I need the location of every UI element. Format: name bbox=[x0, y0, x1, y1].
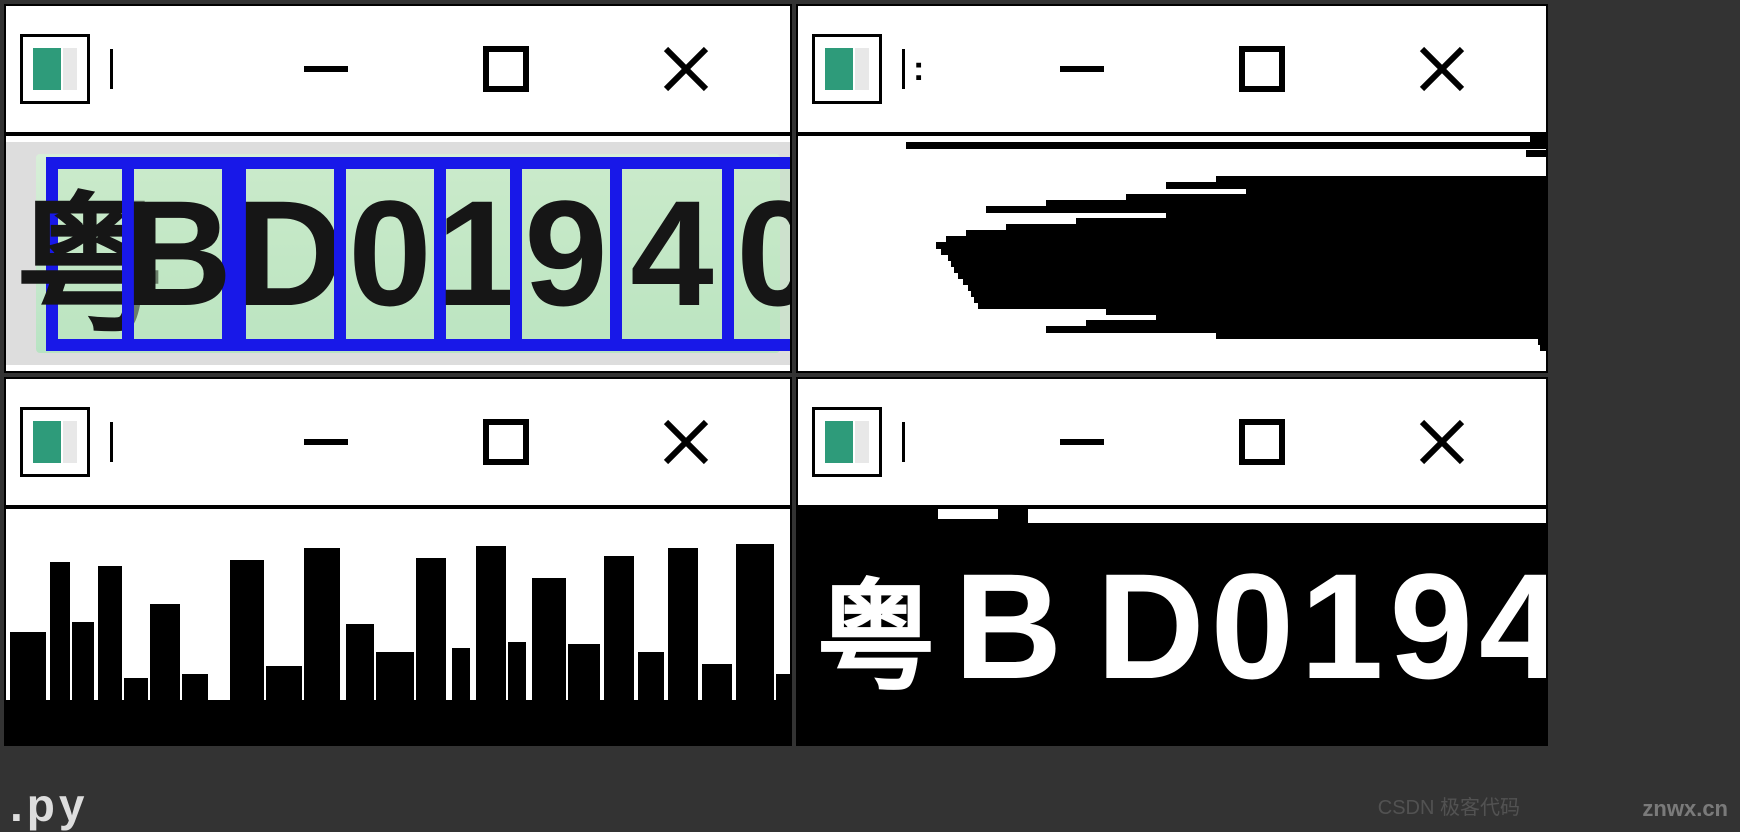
minimize-icon bbox=[1056, 43, 1108, 95]
title-divider bbox=[902, 422, 905, 462]
window-title: : bbox=[913, 50, 924, 89]
bin-char-0: 粤 bbox=[816, 540, 942, 714]
content-binarized-plate: 粤 B D 0 1 9 4 0 bbox=[798, 509, 1546, 744]
close-icon bbox=[660, 43, 712, 95]
window-segmented-plate: 粤 B D 0 1 9 4 0 bbox=[4, 4, 792, 373]
bin-char-2: D bbox=[1096, 540, 1210, 713]
minimize-icon bbox=[300, 43, 352, 95]
window-icon bbox=[20, 407, 90, 477]
title-divider bbox=[110, 49, 113, 89]
window-binarized-plate: 粤 B D 0 1 9 4 0 bbox=[796, 377, 1548, 746]
close-icon bbox=[1416, 43, 1468, 95]
window-icon bbox=[812, 34, 882, 104]
close-button[interactable] bbox=[1412, 412, 1472, 472]
bin-char-4: 1 bbox=[1300, 540, 1389, 713]
watermark-center: CSDN 极客代码 bbox=[1378, 791, 1520, 820]
maximize-icon bbox=[1236, 43, 1288, 95]
bin-char-6: 4 bbox=[1479, 540, 1546, 713]
minimize-icon bbox=[300, 416, 352, 468]
license-plate: 粤 B D 0 1 9 4 0 bbox=[36, 154, 780, 353]
window-icon bbox=[812, 407, 882, 477]
title-divider bbox=[902, 49, 905, 89]
close-button[interactable] bbox=[656, 412, 716, 472]
close-button[interactable] bbox=[1412, 39, 1472, 99]
maximize-button[interactable] bbox=[476, 39, 536, 99]
binarized-plate-image: 粤 B D 0 1 9 4 0 bbox=[798, 509, 1546, 744]
bin-char-3: 0 bbox=[1211, 540, 1300, 713]
content-vertical-projection bbox=[6, 509, 790, 744]
vertical-projection-chart bbox=[6, 509, 790, 744]
maximize-icon bbox=[1236, 416, 1288, 468]
maximize-button[interactable] bbox=[1232, 412, 1292, 472]
char-box-0: 粤 bbox=[46, 157, 134, 351]
char-box-2: D bbox=[234, 157, 346, 351]
maximize-button[interactable] bbox=[1232, 39, 1292, 99]
horizontal-projection-chart bbox=[798, 136, 1546, 371]
maximize-icon bbox=[480, 43, 532, 95]
bin-char-1: B bbox=[954, 540, 1068, 713]
filename-fragment: .py bbox=[10, 778, 88, 832]
titlebar bbox=[6, 6, 790, 136]
char-box-6: 4 bbox=[610, 157, 734, 351]
titlebar bbox=[6, 379, 790, 509]
minimize-icon bbox=[1056, 416, 1108, 468]
minimize-button[interactable] bbox=[1052, 412, 1112, 472]
title-divider bbox=[110, 422, 113, 462]
content-segmented-plate: 粤 B D 0 1 9 4 0 bbox=[6, 136, 790, 371]
char-box-7: 0 bbox=[722, 157, 790, 351]
bin-char-5: 9 bbox=[1390, 540, 1479, 713]
char-box-1: B bbox=[122, 157, 234, 351]
char-box-4: 1 bbox=[434, 157, 522, 351]
close-icon bbox=[1416, 416, 1468, 468]
char-box-3: 0 bbox=[334, 157, 446, 351]
window-horizontal-projection: : bbox=[796, 4, 1548, 373]
content-horizontal-projection bbox=[798, 136, 1546, 371]
minimize-button[interactable] bbox=[296, 39, 356, 99]
titlebar bbox=[798, 379, 1546, 509]
close-button[interactable] bbox=[656, 39, 716, 99]
window-vertical-projection bbox=[4, 377, 792, 746]
maximize-icon bbox=[480, 416, 532, 468]
minimize-button[interactable] bbox=[296, 412, 356, 472]
close-icon bbox=[660, 416, 712, 468]
maximize-button[interactable] bbox=[476, 412, 536, 472]
minimize-button[interactable] bbox=[1052, 39, 1112, 99]
char-box-5: 9 bbox=[510, 157, 622, 351]
titlebar: : bbox=[798, 6, 1546, 136]
watermark-right: znwx.cn bbox=[1642, 796, 1728, 822]
window-icon bbox=[20, 34, 90, 104]
